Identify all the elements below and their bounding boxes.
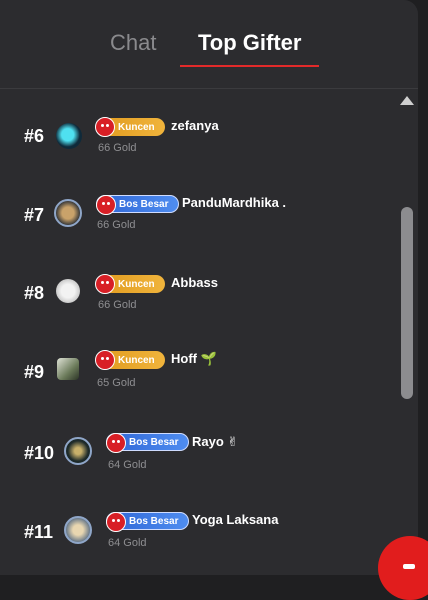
floating-action-button[interactable] [378,536,428,600]
badge-mask-icon [96,195,116,215]
gifter-username[interactable]: PanduMardhika . [182,195,286,210]
badge-kuncen: Kuncen [95,350,165,370]
badge-kuncen: Kuncen [95,117,165,137]
gifter-username[interactable]: Yoga Laksana [192,512,278,527]
rank-label: #10 [24,443,55,463]
badge-mask-icon [95,117,115,137]
gold-amount: 66 Gold [98,299,137,311]
gifter-username[interactable]: zefanya [171,118,219,133]
rank-label: #9 [24,362,45,382]
avatar-white-icon[interactable] [56,279,80,303]
gifter-row[interactable]: #7 Bos Besar PanduMardhika . 66 Gold [0,187,390,247]
badge-mask-icon [95,274,115,294]
badge-mask-icon [106,433,126,453]
badge-label: Kuncen [118,121,155,133]
tab-bar: Chat Top Gifter [0,0,418,89]
avatar-framed-icon[interactable] [64,516,92,544]
scroll-up-arrow-icon[interactable] [400,96,414,105]
badge-bos-besar: Bos Besar [106,512,190,532]
gifter-row[interactable]: #9 Kuncen Hoff 🌱 65 Gold [0,342,390,402]
gifter-row[interactable]: #10 Bos Besar Rayo ✌ 64 Gold [0,424,390,484]
gifter-username[interactable]: Hoff 🌱 [171,351,217,367]
rank-label: #8 [24,283,45,303]
avatar-framed-icon[interactable] [54,199,82,227]
badge-label: Bos Besar [129,515,179,527]
gifter-row[interactable]: #8 Kuncen Abbass 66 Gold [0,265,390,325]
badge-label: Bos Besar [129,436,179,448]
badge-label: Bos Besar [119,198,169,210]
gifter-username[interactable]: Rayo ✌ [192,434,238,450]
gold-amount: 66 Gold [97,219,136,231]
badge-mask-icon [106,512,126,532]
badge-bos-besar: Bos Besar [96,195,180,215]
top-gifter-panel: Chat Top Gifter #6 Kuncen zefanya 66 Gol… [0,0,418,575]
badge-bos-besar: Bos Besar [106,433,190,453]
avatar-teal-icon[interactable] [56,123,82,149]
gold-amount: 66 Gold [98,142,137,154]
gifter-row[interactable]: #6 Kuncen zefanya 66 Gold [0,109,390,169]
rank-label: #6 [24,126,45,146]
gifter-row[interactable]: #11 Bos Besar Yoga Laksana 64 Gold [0,503,390,563]
active-tab-indicator [180,65,319,67]
gold-amount: 64 Gold [108,537,147,549]
avatar-photo-icon[interactable] [57,358,79,380]
rank-label: #7 [24,205,45,225]
scrollbar-thumb[interactable] [401,207,413,399]
avatar-framed-icon[interactable] [64,437,92,465]
badge-label: Kuncen [118,278,155,290]
gifter-username[interactable]: Abbass [171,275,218,290]
rank-label: #11 [24,522,54,542]
tab-top-gifter[interactable]: Top Gifter [198,30,301,56]
gifter-list[interactable]: #6 Kuncen zefanya 66 Gold #7 Bos Besar P… [0,89,418,565]
badge-mask-icon [95,350,115,370]
gold-amount: 65 Gold [97,377,136,389]
tab-chat[interactable]: Chat [110,30,156,56]
badge-label: Kuncen [118,354,155,366]
badge-kuncen: Kuncen [95,274,165,294]
gold-amount: 64 Gold [108,459,147,471]
